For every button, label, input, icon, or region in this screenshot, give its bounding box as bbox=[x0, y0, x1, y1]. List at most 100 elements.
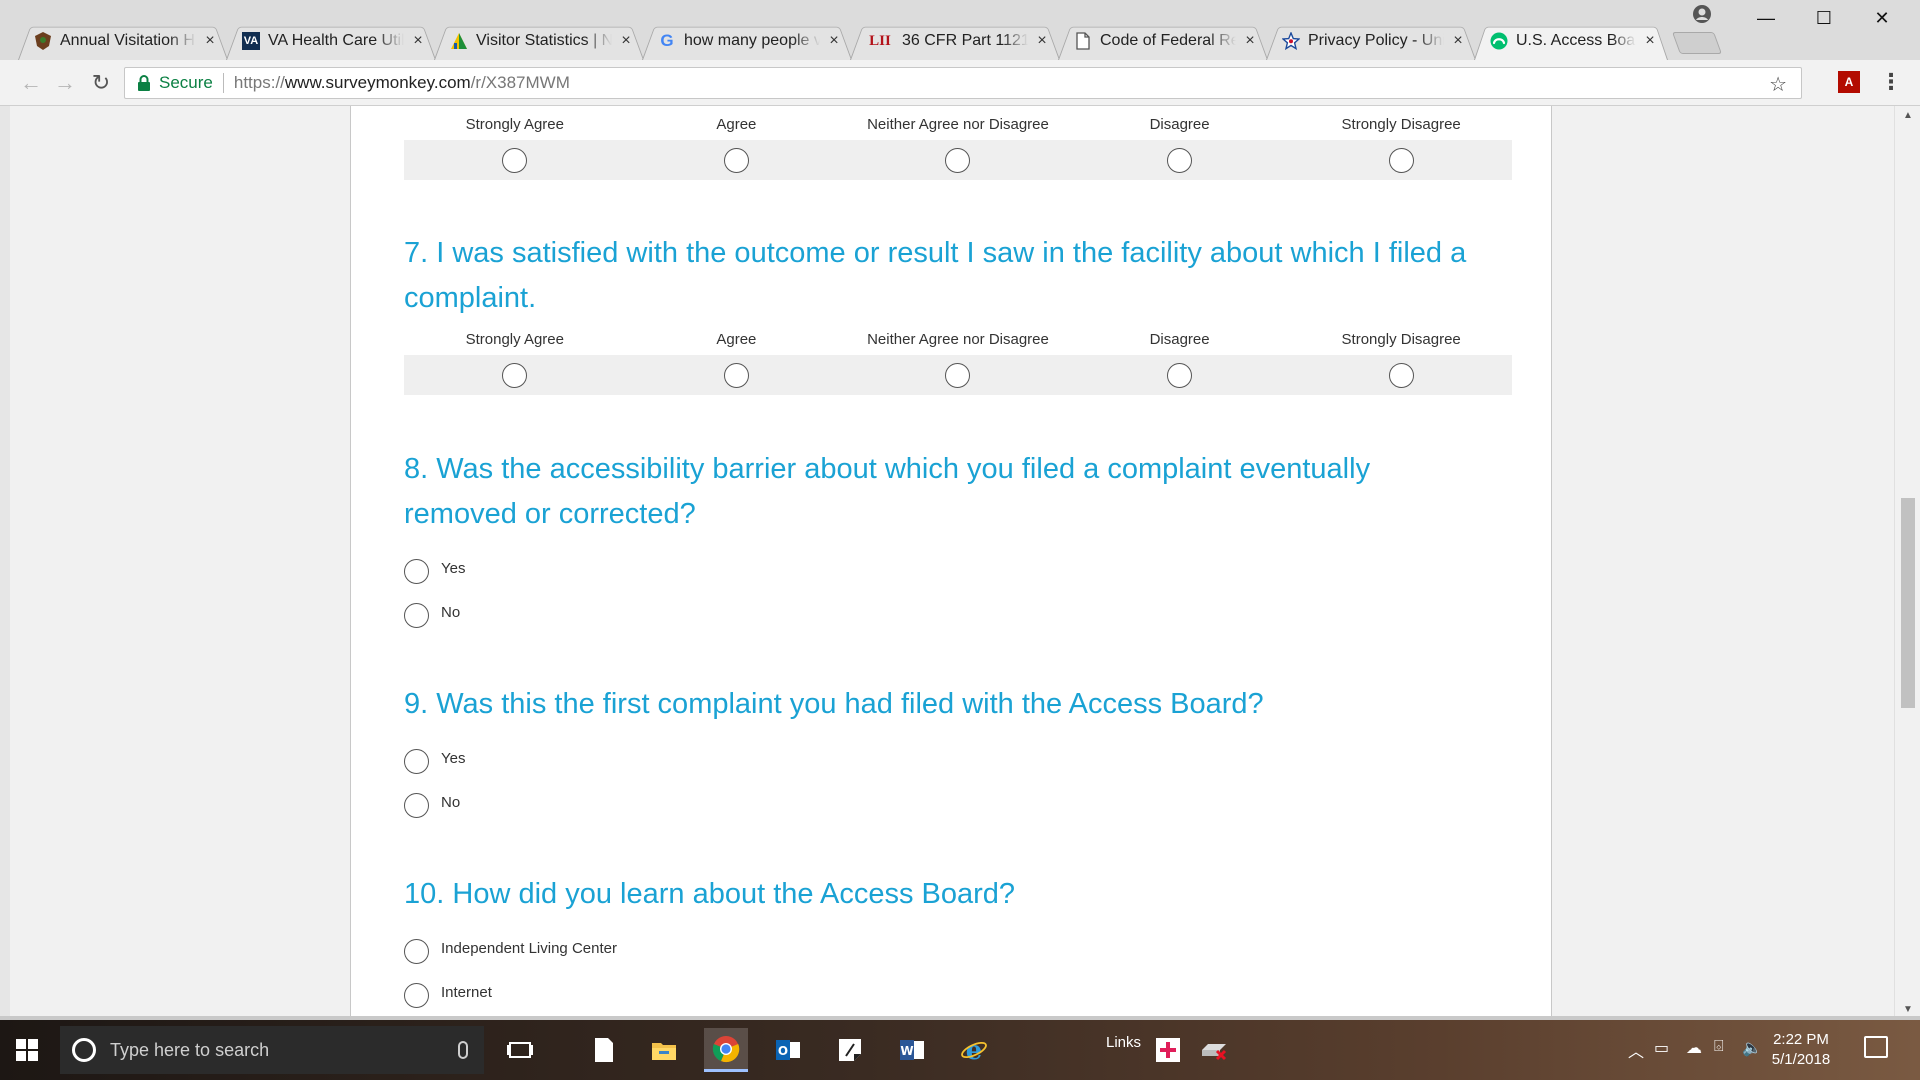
url-text[interactable]: https://www.surveymonkey.com/r/X387MWM bbox=[234, 73, 570, 93]
radio-agree[interactable] bbox=[723, 362, 749, 388]
option-no[interactable]: No bbox=[404, 783, 1512, 827]
question-6-matrix: Strongly Agree Agree Neither Agree nor D… bbox=[404, 108, 1512, 180]
radio-disagree[interactable] bbox=[1167, 362, 1193, 388]
battery-icon[interactable]: ▭ bbox=[1654, 1038, 1669, 1058]
option-internet[interactable]: Internet bbox=[404, 973, 1512, 1017]
radio-strongly-disagree[interactable] bbox=[1388, 362, 1414, 388]
radio-button[interactable] bbox=[404, 938, 429, 964]
sticky-notes-icon[interactable] bbox=[828, 1028, 872, 1072]
page-viewport: Strongly Agree Agree Neither Agree nor D… bbox=[0, 106, 1920, 1020]
network-drive-icon[interactable] bbox=[1192, 1028, 1236, 1072]
close-window-button[interactable]: ✕ bbox=[1852, 0, 1912, 36]
minimize-button[interactable]: — bbox=[1736, 0, 1796, 36]
internet-explorer-icon[interactable]: e bbox=[952, 1028, 996, 1072]
radio-button[interactable] bbox=[404, 982, 429, 1008]
stats-icon bbox=[450, 32, 468, 50]
radio-button[interactable] bbox=[404, 748, 429, 774]
forward-arrow-icon[interactable]: → bbox=[52, 70, 78, 96]
question-number: 7. bbox=[404, 237, 429, 269]
tab-close-icon[interactable]: × bbox=[202, 32, 218, 50]
question-title: 8. Was the accessibility barrier about w… bbox=[404, 447, 1404, 537]
profile-icon[interactable] bbox=[1692, 4, 1712, 24]
adobe-pdf-extension-icon[interactable]: A bbox=[1838, 71, 1860, 93]
option-yes[interactable]: Yes bbox=[404, 739, 1512, 783]
vertical-scrollbar[interactable]: ▲ ▼ bbox=[1894, 106, 1920, 1020]
address-bar[interactable]: Secure https://www.surveymonkey.com/r/X3… bbox=[124, 67, 1802, 99]
option-independent-living-center[interactable]: Independent Living Center bbox=[404, 929, 1512, 973]
action-center-icon[interactable] bbox=[1864, 1036, 1888, 1058]
scale-label: Strongly Agree bbox=[465, 115, 564, 133]
question-text: Was the accessibility barrier about whic… bbox=[404, 453, 1371, 530]
radio-agree[interactable] bbox=[723, 147, 749, 173]
question-8: 8. Was the accessibility barrier about w… bbox=[404, 447, 1512, 637]
microphone-icon[interactable] bbox=[458, 1041, 468, 1059]
back-arrow-icon[interactable]: ← bbox=[18, 70, 44, 96]
tray-overflow-chevron-icon[interactable]: ︿ bbox=[1628, 1038, 1644, 1062]
links-toolbar-label[interactable]: Links bbox=[1106, 1034, 1141, 1051]
option-no[interactable]: No bbox=[404, 593, 1512, 637]
file-explorer-icon[interactable] bbox=[642, 1028, 686, 1072]
browser-menu-icon[interactable]: ⋮ bbox=[1880, 70, 1902, 96]
svg-text:e: e bbox=[966, 1036, 983, 1064]
scale-label: Neither Agree nor Disagree bbox=[867, 115, 1049, 133]
radio-strongly-agree[interactable] bbox=[502, 147, 528, 173]
radio-disagree[interactable] bbox=[1167, 147, 1193, 173]
tab-36-cfr[interactable]: LII 36 CFR Part 1121 - F × bbox=[850, 22, 1060, 60]
tab-close-icon[interactable]: × bbox=[826, 32, 842, 50]
question-number: 10. bbox=[404, 878, 445, 910]
onedrive-cloud-icon[interactable]: ☁ bbox=[1686, 1038, 1702, 1058]
volume-icon[interactable]: 🔈 bbox=[1742, 1038, 1762, 1058]
reload-icon[interactable]: ↻ bbox=[88, 70, 114, 96]
tab-close-icon[interactable]: × bbox=[1642, 32, 1658, 50]
tab-close-icon[interactable]: × bbox=[410, 32, 426, 50]
network-icon[interactable]: ⌺ bbox=[1714, 1038, 1724, 1056]
radio-button[interactable] bbox=[404, 602, 429, 628]
tab-google-search[interactable]: G how many people v × bbox=[642, 22, 852, 60]
matrix-header: Strongly Agree Agree Neither Agree nor D… bbox=[404, 108, 1512, 140]
tab-close-icon[interactable]: × bbox=[1034, 32, 1050, 50]
scale-label: Agree bbox=[716, 330, 757, 348]
scroll-up-arrow-icon[interactable]: ▲ bbox=[1895, 106, 1920, 126]
clock-date: 5/1/2018 bbox=[1771, 1051, 1831, 1068]
maximize-button[interactable]: ☐ bbox=[1794, 0, 1854, 36]
radio-strongly-agree[interactable] bbox=[502, 362, 528, 388]
tab-privacy-policy[interactable]: Privacy Policy - Unit × bbox=[1266, 22, 1476, 60]
separator bbox=[222, 73, 224, 93]
scrollbar-thumb[interactable] bbox=[1901, 498, 1915, 708]
scale-label: Disagree bbox=[1149, 115, 1210, 133]
radio-neither[interactable] bbox=[945, 147, 971, 173]
cortana-circle-icon bbox=[72, 1038, 96, 1062]
lii-icon: LII bbox=[869, 32, 891, 49]
option-yes[interactable]: Yes bbox=[404, 549, 1512, 593]
radio-button[interactable] bbox=[404, 558, 429, 584]
radio-button[interactable] bbox=[404, 792, 429, 818]
word-icon[interactable]: W bbox=[890, 1028, 934, 1072]
tab-code-of-federal-regulations[interactable]: Code of Federal Reg × bbox=[1058, 22, 1268, 60]
chrome-icon[interactable] bbox=[704, 1028, 748, 1072]
tab-close-icon[interactable]: × bbox=[618, 32, 634, 50]
tab-annual-visitation[interactable]: Annual Visitation Hi × bbox=[18, 22, 228, 60]
slack-icon[interactable] bbox=[1146, 1028, 1190, 1072]
tab-close-icon[interactable]: × bbox=[1242, 32, 1258, 50]
outlook-icon[interactable]: O bbox=[766, 1028, 810, 1072]
windows-start-icon[interactable] bbox=[16, 1039, 38, 1061]
tab-va-health-care[interactable]: VA VA Health Care Utili × bbox=[226, 22, 436, 60]
security-label: Secure bbox=[159, 73, 213, 92]
radio-strongly-disagree[interactable] bbox=[1388, 147, 1414, 173]
taskbar-clock[interactable]: 2:22 PM 5/1/2018 bbox=[1760, 1030, 1842, 1070]
question-text: Was this the first complaint you had fil… bbox=[436, 688, 1264, 720]
radio-neither[interactable] bbox=[945, 362, 971, 388]
question-10: 10. How did you learn about the Access B… bbox=[404, 872, 1512, 1017]
tab-close-icon[interactable]: × bbox=[1450, 32, 1466, 50]
question-number: 8. bbox=[404, 453, 429, 485]
bookmark-star-icon[interactable]: ☆ bbox=[1769, 72, 1787, 97]
tab-visitor-statistics[interactable]: Visitor Statistics | Ne × bbox=[434, 22, 644, 60]
tab-us-access-board[interactable]: U.S. Access Board A × bbox=[1474, 22, 1668, 60]
task-view-icon[interactable] bbox=[498, 1028, 542, 1072]
blank-document-icon[interactable] bbox=[582, 1028, 626, 1072]
question-title: 9. Was this the first complaint you had … bbox=[404, 682, 1512, 727]
scale-label: Agree bbox=[716, 115, 757, 133]
google-icon: G bbox=[660, 31, 674, 50]
new-tab-button[interactable] bbox=[1671, 32, 1723, 54]
taskbar-search-box[interactable]: Type here to search bbox=[60, 1026, 484, 1074]
